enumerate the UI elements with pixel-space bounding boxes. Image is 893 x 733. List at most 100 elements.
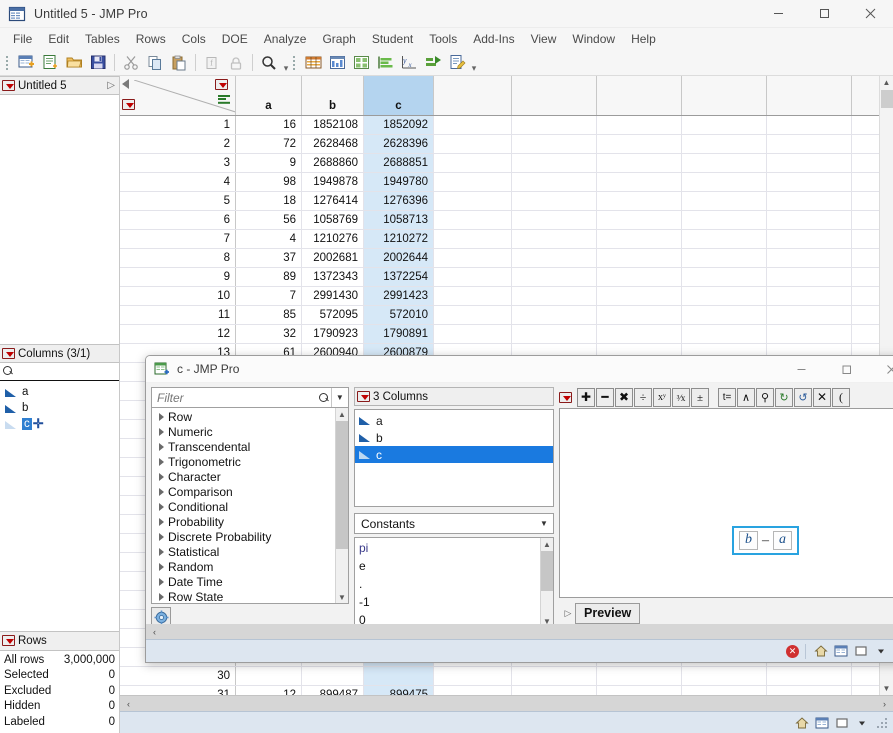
chevron-up-icon[interactable]: ▲	[541, 538, 553, 550]
table-cell-a[interactable]: 4	[236, 230, 302, 248]
menu-analyze[interactable]: Analyze	[256, 29, 315, 50]
right-triangle-icon[interactable]	[155, 473, 168, 481]
right-arrow-icon[interactable]: ▷	[107, 80, 115, 91]
table-cell-c[interactable]: 1058713	[364, 211, 434, 229]
table-cell-a[interactable]: 89	[236, 268, 302, 286]
grid-col-header-b[interactable]: b	[302, 76, 364, 115]
table-cell-a[interactable]: 7	[236, 287, 302, 305]
table-cell-e6[interactable]	[852, 287, 879, 305]
column-item-c[interactable]: c ✛	[0, 416, 119, 432]
table-cell-b[interactable]: 2628468	[302, 135, 364, 153]
home-icon[interactable]	[793, 714, 810, 731]
table-cell-b[interactable]: 2688860	[302, 154, 364, 172]
resize-grip[interactable]	[877, 718, 887, 728]
table-cell-c[interactable]: 899475	[364, 686, 434, 695]
table-cell-b[interactable]: 1372343	[302, 268, 364, 286]
dialog-column-a[interactable]: a	[355, 412, 553, 429]
preview-button[interactable]: Preview	[575, 603, 640, 624]
table-cell-e2[interactable]	[512, 325, 597, 343]
table-row[interactable]: 51812764141276396	[120, 192, 879, 211]
menu-graph[interactable]: Graph	[314, 29, 363, 50]
table-cell-e6[interactable]	[852, 211, 879, 229]
menu-cols[interactable]: Cols	[174, 29, 214, 50]
table-cell-e2[interactable]	[512, 135, 597, 153]
distribution-icon[interactable]	[302, 52, 324, 74]
function-group-numeric[interactable]: Numeric	[152, 424, 335, 439]
function-group-conditional[interactable]: Conditional	[152, 499, 335, 514]
chevron-down-icon[interactable]: ▼	[880, 682, 893, 695]
table-cell-e5[interactable]	[767, 268, 852, 286]
magnifier-icon[interactable]	[316, 388, 331, 407]
dialog-columns-header[interactable]: 3 Columns	[354, 387, 554, 406]
delete-operator-button[interactable]: ✕	[813, 388, 831, 407]
row-number-cell[interactable]: 12	[120, 325, 236, 343]
table-cell-b[interactable]: 2002681	[302, 249, 364, 267]
grid-col-header-c[interactable]: c	[364, 76, 434, 115]
table-cell-b[interactable]: 1852108	[302, 116, 364, 134]
table-cell-e3[interactable]	[597, 306, 682, 324]
table-row[interactable]: 123217909231790891	[120, 325, 879, 344]
row-number-cell[interactable]: 3	[120, 154, 236, 172]
formula-right-operand[interactable]: a	[773, 531, 792, 550]
row-number-cell[interactable]: 7	[120, 230, 236, 248]
table-cell-e2[interactable]	[512, 667, 597, 685]
table-cell-e5[interactable]	[767, 173, 852, 191]
menu-edit[interactable]: Edit	[40, 29, 77, 50]
function-group-transcendental[interactable]: Transcendental	[152, 439, 335, 454]
toolbar-overflow-2[interactable]: ▾	[469, 52, 479, 74]
save-icon[interactable]	[87, 52, 109, 74]
window-mode-icon[interactable]	[833, 714, 850, 731]
table-row[interactable]: 1185572095572010	[120, 306, 879, 325]
row-number-cell[interactable]: 1	[120, 116, 236, 134]
table-row[interactable]: 30	[120, 667, 879, 686]
table-cell-e2[interactable]	[512, 268, 597, 286]
table-cell-b[interactable]: 1058769	[302, 211, 364, 229]
data-table-icon[interactable]	[832, 643, 849, 660]
table-cell-e6[interactable]	[852, 325, 879, 343]
table-cell-e6[interactable]	[852, 249, 879, 267]
table-cell-e3[interactable]	[597, 249, 682, 267]
multiply-operator-button[interactable]: ✖	[615, 388, 633, 407]
open-icon[interactable]	[63, 52, 85, 74]
table-cell-e3[interactable]	[597, 325, 682, 343]
new-script-icon[interactable]	[39, 52, 61, 74]
chevron-down-icon[interactable]: ▼	[331, 388, 348, 407]
menu-rows[interactable]: Rows	[128, 29, 174, 50]
table-cell-e2[interactable]	[512, 192, 597, 210]
table-cell-e2[interactable]	[512, 230, 597, 248]
table-cell-a[interactable]: 85	[236, 306, 302, 324]
row-number-cell[interactable]: 31	[120, 686, 236, 695]
function-group-date-time[interactable]: Date Time	[152, 574, 335, 589]
constants-scrollbar[interactable]: ▲ ▼	[540, 538, 553, 627]
chevron-right-icon[interactable]: ›	[876, 696, 893, 711]
table-cell-e1[interactable]	[434, 154, 512, 172]
right-triangle-icon[interactable]	[155, 578, 168, 586]
table-cell-e3[interactable]	[597, 173, 682, 191]
columns-search[interactable]	[0, 363, 119, 381]
function-group-statistical[interactable]: Statistical	[152, 544, 335, 559]
dialog-column-c[interactable]: c	[355, 446, 553, 463]
divide-operator-button[interactable]: ÷	[634, 388, 652, 407]
close-button[interactable]	[847, 0, 893, 28]
table-cell-e5[interactable]	[767, 154, 852, 172]
swap-operator-button[interactable]: ↻	[775, 388, 793, 407]
function-list-scrollbar[interactable]: ▲ ▼	[335, 408, 348, 603]
table-cell-e2[interactable]	[512, 154, 597, 172]
table-cell-c[interactable]: 1276396	[364, 192, 434, 210]
minimize-button[interactable]	[755, 0, 801, 28]
paren-operator-button[interactable]: (	[832, 388, 850, 407]
table-cell-e6[interactable]	[852, 268, 879, 286]
peel-operator-button[interactable]: ⚲	[756, 388, 774, 407]
table-cell-c[interactable]: 1210272	[364, 230, 434, 248]
red-triangle-icon[interactable]	[559, 392, 572, 403]
toolbar-grip-2[interactable]	[292, 54, 299, 72]
table-cell-c[interactable]: 1790891	[364, 325, 434, 343]
table-cell-e5[interactable]	[767, 192, 852, 210]
row-number-cell[interactable]: 5	[120, 192, 236, 210]
table-cell-e5[interactable]	[767, 325, 852, 343]
tabulate-icon[interactable]	[350, 52, 372, 74]
grid-horizontal-scrollbar[interactable]: ‹ ›	[120, 695, 893, 711]
right-triangle-icon[interactable]	[155, 458, 168, 466]
menu-view[interactable]: View	[523, 29, 565, 50]
row-number-cell[interactable]: 2	[120, 135, 236, 153]
